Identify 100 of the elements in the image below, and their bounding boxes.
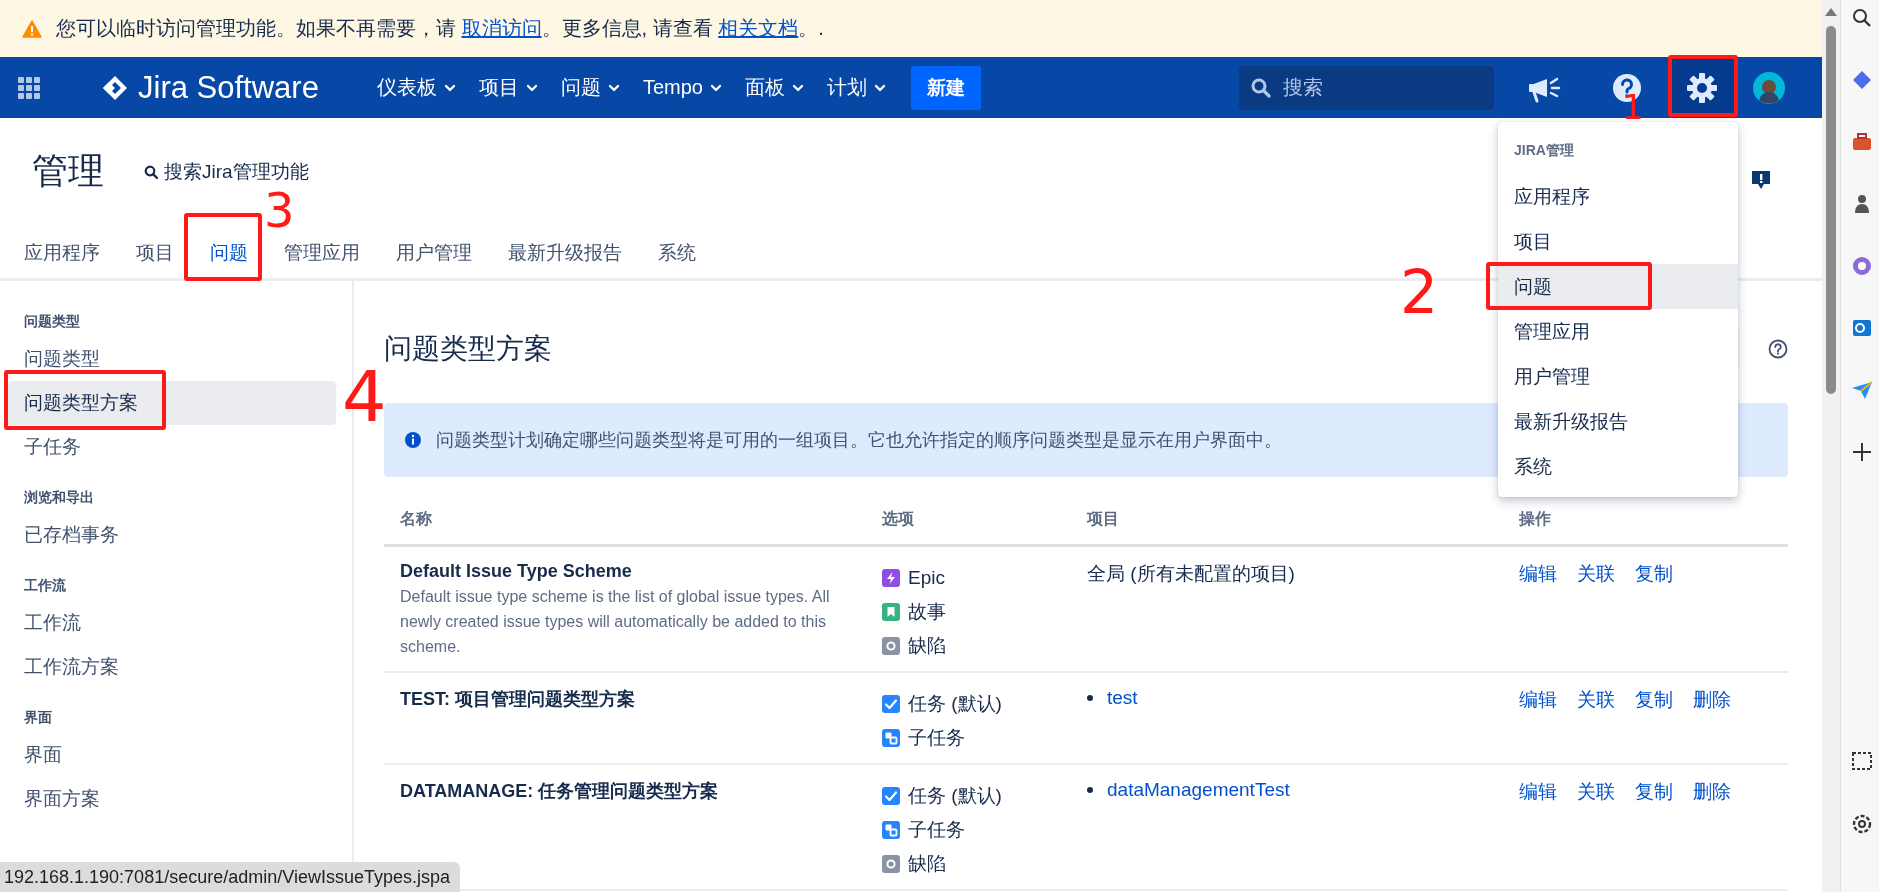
column-header: 项目	[1071, 501, 1503, 546]
sidebar-item[interactable]: 子任务	[8, 425, 336, 469]
admin-tab[interactable]: 用户管理	[396, 240, 472, 281]
search-field[interactable]: 搜索	[1239, 65, 1494, 110]
admin-tab[interactable]: 管理应用	[284, 240, 360, 281]
admin-tab[interactable]: 系统	[658, 240, 696, 281]
project-link[interactable]: test	[1107, 687, 1138, 709]
warning-icon	[22, 19, 42, 38]
column-header: 选项	[866, 501, 1071, 546]
nav-menu[interactable]: 计划	[826, 74, 887, 101]
banner-link[interactable]: 相关文档	[718, 17, 799, 39]
admin-tab[interactable]: 问题	[210, 240, 248, 281]
project-link[interactable]: dataManagementTest	[1107, 779, 1290, 801]
screenshot-icon[interactable]	[1851, 751, 1873, 773]
issue-type-label: 故事	[908, 600, 946, 624]
squares-icon	[882, 821, 900, 839]
menu-item[interactable]: 用户管理	[1498, 354, 1738, 399]
logo-icon	[102, 74, 128, 101]
action-link[interactable]: 复制	[1635, 563, 1673, 584]
action-link[interactable]: 删除	[1693, 689, 1731, 710]
sidebar-item[interactable]: 工作流方案	[8, 645, 336, 689]
annotation-number: 1	[1622, 90, 1644, 124]
nav-menu[interactable]: 仪表板	[376, 74, 457, 101]
scrollbar[interactable]	[1822, 0, 1840, 892]
feedback-icon[interactable]	[1750, 168, 1772, 191]
action-link[interactable]: 关联	[1577, 563, 1615, 584]
issue-type-label: 子任务	[908, 818, 965, 842]
project-scope: 全局 (所有未配置的项目)	[1087, 562, 1296, 586]
squares-icon	[882, 729, 900, 747]
sidebar-item[interactable]: 界面方案	[8, 777, 336, 821]
sidebar-heading: 问题类型	[23, 313, 81, 331]
issue-type-label: 任务 (默认)	[908, 692, 1002, 716]
sidebar-item[interactable]: 已存档事务	[8, 513, 336, 557]
action-link[interactable]: 复制	[1635, 689, 1673, 710]
scheme-description: Default issue type scheme is the list of global issue types. All newly created issue types will automatically be added to this scheme.	[400, 587, 831, 657]
annotation-number: 3	[264, 186, 295, 234]
scheme-name: DATAMANAGE: 任务管理问题类型方案	[400, 780, 720, 803]
toolbox-icon[interactable]	[1851, 131, 1873, 153]
action-link[interactable]: 复制	[1635, 781, 1673, 802]
column-header: 操作	[1503, 501, 1788, 546]
nav-menu[interactable]: 问题	[560, 74, 621, 101]
scheme-name: Default Issue Type Scheme	[400, 561, 633, 582]
checkbox-icon	[882, 695, 900, 713]
avatar-icon[interactable]	[1753, 71, 1785, 104]
action-link[interactable]: 关联	[1577, 781, 1615, 802]
action-link[interactable]: 编辑	[1519, 781, 1557, 802]
info-icon	[404, 431, 422, 449]
admin-search-link[interactable]: 搜索Jira管理功能	[144, 158, 309, 185]
scheme-name: TEST: 项目管理问题类型方案	[400, 688, 636, 711]
search-icon	[1251, 77, 1271, 98]
admin-tab[interactable]: 项目	[136, 240, 174, 281]
mail-icon[interactable]	[1851, 317, 1873, 339]
help-icon[interactable]	[1768, 339, 1788, 359]
sidebar-heading: 工作流	[23, 577, 67, 595]
diamond-icon[interactable]	[1851, 69, 1873, 91]
sidebar-heading: 浏览和导出	[23, 489, 95, 507]
issue-type-label: 缺陷	[908, 852, 946, 876]
annotation-number: 4	[342, 362, 387, 432]
product-logo[interactable]: Jira Software	[102, 69, 319, 106]
menu-heading: JIRA管理	[1513, 141, 1575, 160]
menu-item[interactable]: 系统	[1498, 444, 1738, 489]
annotation-number: 2	[1400, 262, 1439, 322]
menu-item[interactable]: 问题	[1498, 264, 1738, 309]
admin-tab[interactable]: 最新升级报告	[508, 240, 622, 281]
action-link[interactable]: 编辑	[1519, 563, 1557, 584]
nav-menu[interactable]: 项目	[478, 74, 539, 101]
sidebar-item[interactable]: 问题类型方案	[8, 381, 336, 425]
bullet-icon	[1087, 695, 1093, 701]
page-title: 管理	[32, 149, 104, 193]
sidebar-item[interactable]: 工作流	[8, 601, 336, 645]
issue-type-label: 子任务	[908, 726, 965, 750]
sidebar-item[interactable]: 界面	[8, 733, 336, 777]
sidebar-item[interactable]: 问题类型	[8, 337, 336, 381]
banner-link[interactable]: 取消访问	[461, 17, 542, 39]
nav-menu[interactable]: Tempo	[642, 76, 723, 99]
issue-type-label: 任务 (默认)	[908, 784, 1002, 808]
column-header: 名称	[384, 501, 866, 546]
admin-tab[interactable]: 应用程序	[24, 240, 100, 281]
warning-message: 您可以临时访问管理功能。如果不再需要，请 取消访问。更多信息, 请查看 相关文档。.	[56, 16, 824, 41]
menu-item[interactable]: 应用程序	[1498, 174, 1738, 219]
action-link[interactable]: 编辑	[1519, 689, 1557, 710]
issue-type-label: Epic	[908, 567, 945, 589]
menu-item[interactable]: 项目	[1498, 219, 1738, 264]
scrollbar-thumb[interactable]	[1826, 26, 1836, 394]
app-switcher-icon[interactable]	[18, 76, 40, 99]
bullet-icon	[1087, 787, 1093, 793]
plus-icon[interactable]	[1851, 441, 1873, 463]
paper-plane-icon[interactable]	[1851, 379, 1873, 401]
menu-item[interactable]: 最新升级报告	[1498, 399, 1738, 444]
nav-menu[interactable]: 面板	[744, 74, 805, 101]
info-message: 问题类型计划确定哪些问题类型将是可用的一组项目。它也允许指定的顺序问题类型是显示在用户界面中。	[436, 429, 1282, 452]
section-title: 问题类型方案	[384, 332, 552, 366]
menu-item[interactable]: 管理应用	[1498, 309, 1738, 354]
action-link[interactable]: 关联	[1577, 689, 1615, 710]
search-icon[interactable]	[1851, 7, 1873, 29]
checkbox-icon	[882, 787, 900, 805]
search-icon	[144, 164, 158, 179]
create-button[interactable]: 新建	[910, 65, 981, 110]
action-link[interactable]: 删除	[1693, 781, 1731, 802]
sidebar-heading: 界面	[23, 709, 53, 727]
